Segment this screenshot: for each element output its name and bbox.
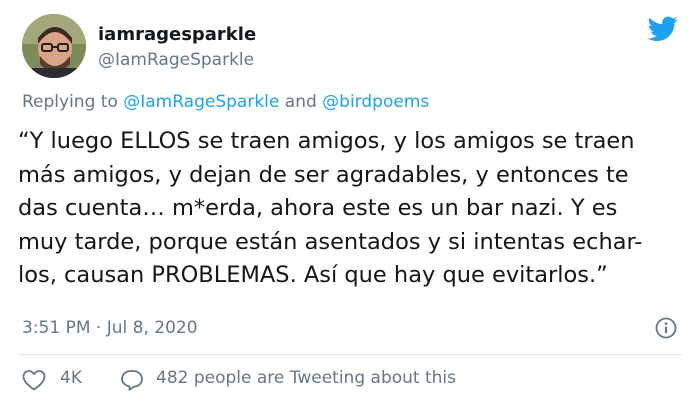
tweet-line: muy tarde, porque están asentados y si i… [18, 228, 643, 255]
tweet-text: “Y luego ELLOS se traen amigos, y los am… [18, 125, 688, 293]
tweet-line: más amigos, y dejan de ser agradables, y… [18, 161, 629, 188]
avatar-photo [22, 14, 86, 78]
replying-to-connector: and [279, 92, 323, 112]
replying-to: Replying to @IamRageSparkle and @birdpoe… [22, 92, 429, 112]
info-icon[interactable] [654, 316, 678, 340]
display-name[interactable]: iamragesparkle [98, 24, 256, 45]
heart-icon[interactable] [22, 369, 46, 391]
divider [18, 354, 682, 355]
replying-to-prefix: Replying to [22, 92, 124, 112]
comment-icon[interactable] [120, 369, 144, 391]
tweet-line: das cuenta… m*erda, ahora este es un bar… [18, 195, 618, 221]
mention-link[interactable]: @birdpoems [322, 92, 429, 112]
tweet-timestamp[interactable]: 3:51 PM · Jul 8, 2020 [22, 318, 198, 338]
user-handle[interactable]: @IamRageSparkle [98, 50, 254, 70]
tweet-line: “Y luego ELLOS se traen amigos, y los am… [18, 128, 635, 154]
like-count[interactable]: 4K [60, 368, 82, 388]
avatar[interactable] [22, 14, 86, 78]
tweet-card: iamragesparkle @IamRageSparkle Replying … [0, 0, 700, 406]
tweet-line: los, causan PROBLEMAS. Así que hay que e… [18, 262, 608, 288]
twitter-bird-icon[interactable] [648, 16, 678, 42]
mention-link[interactable]: @IamRageSparkle [123, 92, 279, 112]
tweeting-about-link[interactable]: 482 people are Tweeting about this [156, 368, 456, 388]
